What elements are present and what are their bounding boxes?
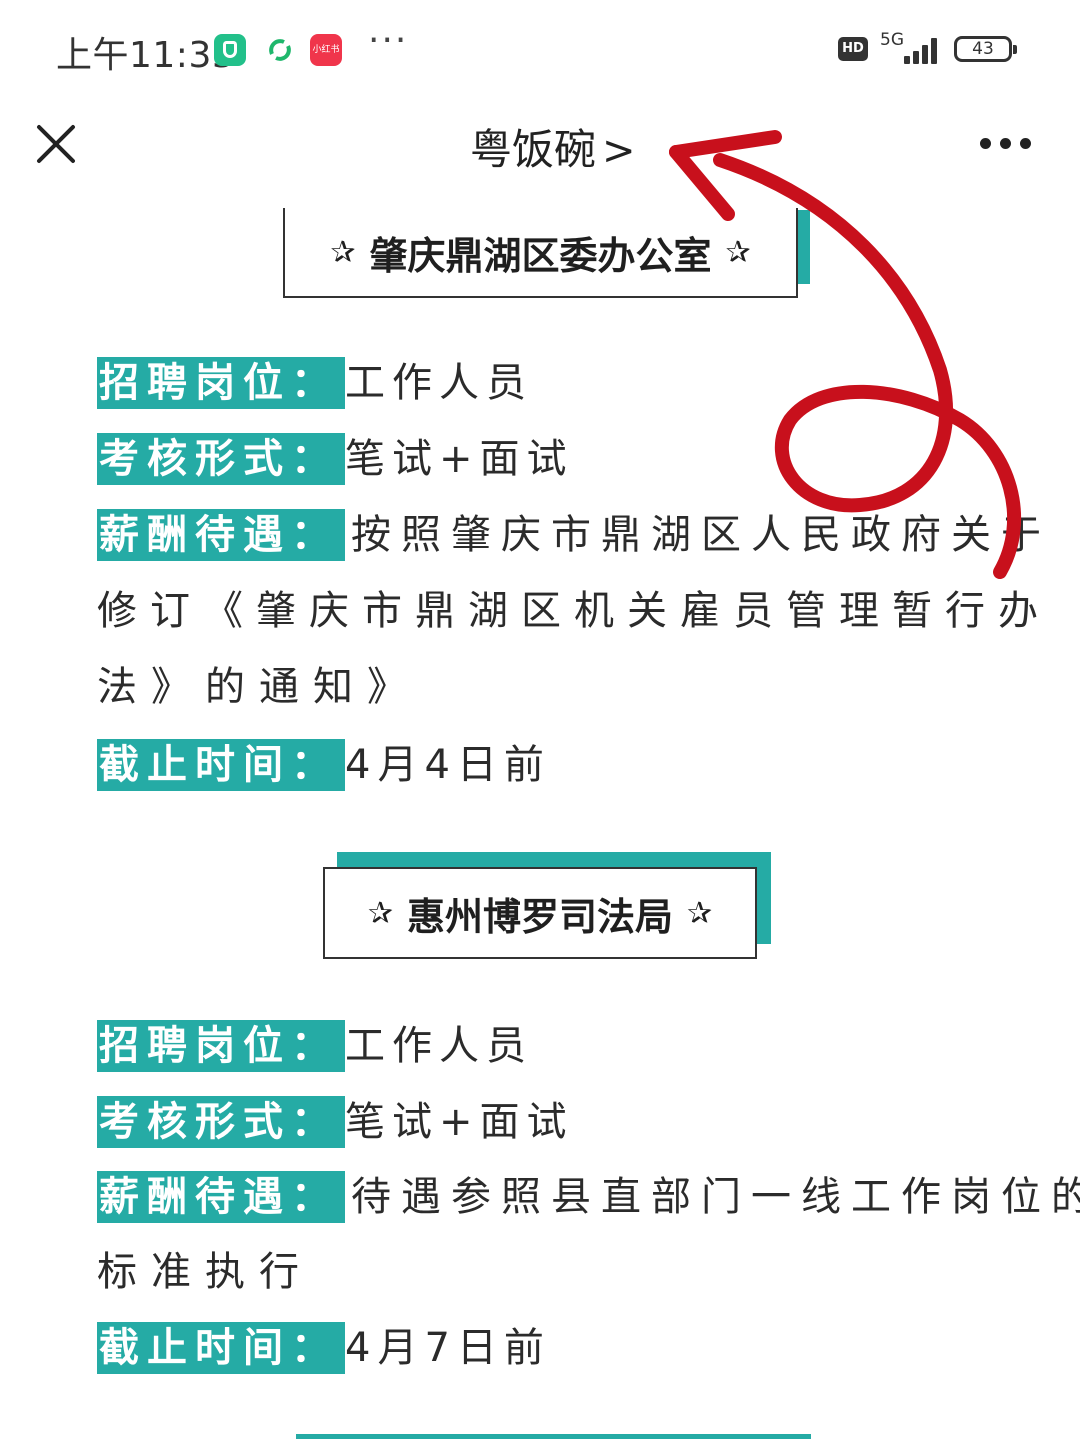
shield-app-icon <box>214 34 246 66</box>
field-value: 笔试+面试 <box>345 1099 574 1145</box>
swirl-app-icon <box>264 34 296 66</box>
field-value: 4月7日前 <box>345 1325 551 1371</box>
field-value-continued: 标准执行 <box>97 1249 313 1295</box>
field-label: 考核形式： <box>97 433 345 485</box>
star-icon: ✰ <box>687 895 713 931</box>
field-value: 4月4日前 <box>345 742 551 788</box>
more-options-icon[interactable] <box>980 138 1032 150</box>
info-row-salary: 薪酬待遇： 待遇参照县直部门一线工作岗位的 <box>97 1171 1080 1223</box>
field-label: 招聘岗位： <box>97 1020 345 1072</box>
xiaohongshu-app-icon: 小红书 <box>310 34 342 66</box>
info-row-salary: 薪酬待遇： 按照肇庆市鼎湖区人民政府关于 <box>97 509 1051 561</box>
field-value: 工作人员 <box>345 360 533 406</box>
field-label: 截止时间： <box>97 1322 345 1374</box>
field-label: 招聘岗位： <box>97 357 345 409</box>
status-time: 上午11:35 <box>56 35 236 76</box>
star-icon: ✰ <box>367 895 393 931</box>
notification-overflow-icon: ··· <box>368 20 409 61</box>
star-icon: ✰ <box>330 234 356 270</box>
field-label: 薪酬待遇： <box>97 509 345 561</box>
field-value: 工作人员 <box>345 1023 533 1069</box>
field-value: 待遇参照县直部门一线工作岗位的 <box>351 1174 1080 1220</box>
field-value: 按照肇庆市鼎湖区人民政府关于 <box>351 512 1051 558</box>
field-label: 考核形式： <box>97 1096 345 1148</box>
info-row-exam: 考核形式： 笔试+面试 <box>97 1096 574 1148</box>
section-title: 肇庆鼎湖区委办公室 <box>369 233 712 278</box>
account-title[interactable]: 粤饭碗 > <box>470 116 636 177</box>
account-name: 粤饭碗 <box>470 125 597 174</box>
signal-icon <box>898 36 942 64</box>
battery-icon: 43 <box>954 36 1017 62</box>
info-row-position: 招聘岗位： 工作人员 <box>97 1020 533 1072</box>
info-row-position: 招聘岗位： 工作人员 <box>97 357 533 409</box>
chevron-right-icon: > <box>602 128 636 174</box>
section-title: 惠州博罗司法局 <box>406 894 673 939</box>
field-value-continued: 法》的通知》 <box>97 664 421 710</box>
close-icon[interactable] <box>34 122 78 166</box>
info-row-deadline: 截止时间： 4月4日前 <box>97 739 551 791</box>
hd-icon: HD <box>838 37 868 61</box>
status-bar: 上午11:35 小红书 ··· HD 5G 43 <box>0 0 1080 100</box>
next-section-divider <box>296 1434 811 1439</box>
field-value: 笔试+面试 <box>345 436 574 482</box>
info-row-exam: 考核形式： 笔试+面试 <box>97 433 574 485</box>
star-icon: ✰ <box>725 234 751 270</box>
field-value-continued: 修订《肇庆市鼎湖区机关雇员管理暂行办 <box>97 588 1051 634</box>
info-row-deadline: 截止时间： 4月7日前 <box>97 1322 551 1374</box>
field-label: 截止时间： <box>97 739 345 791</box>
field-label: 薪酬待遇： <box>97 1171 345 1223</box>
